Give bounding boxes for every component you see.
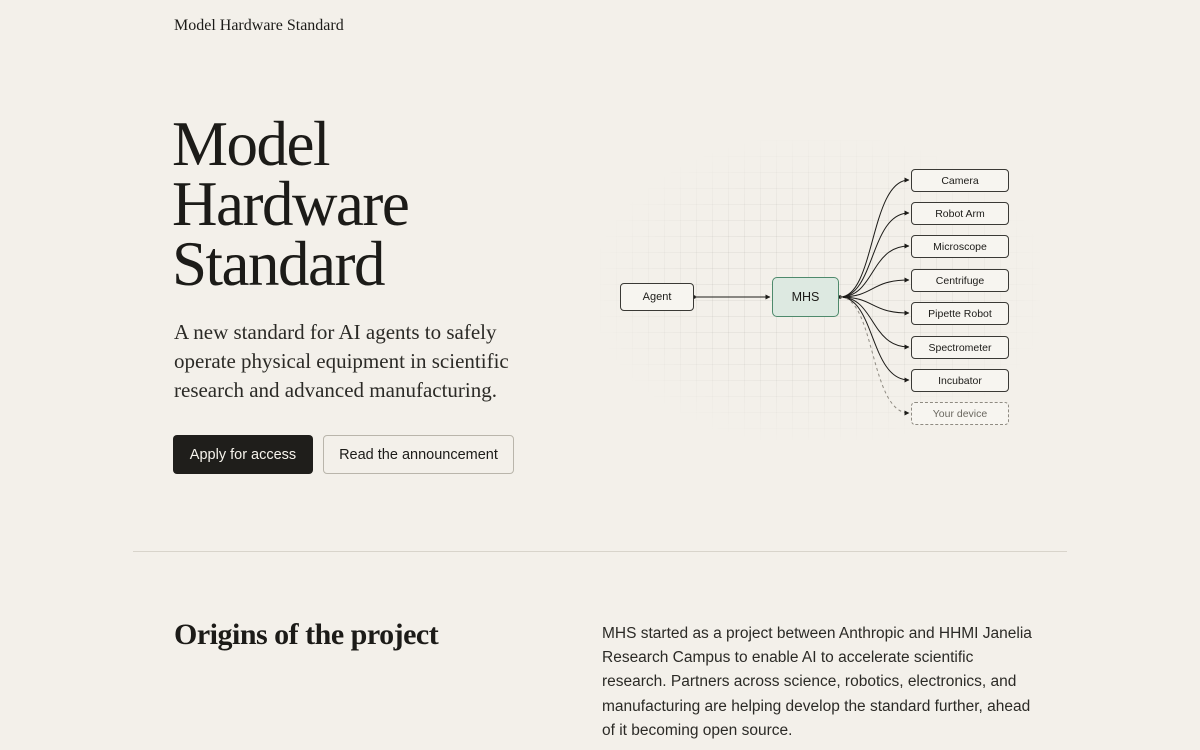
hero-title: Model Hardware Standard — [172, 109, 552, 299]
connector-incubator — [839, 296, 910, 383]
hero-title-line: Standard — [172, 229, 385, 299]
connector-your-device — [839, 296, 910, 416]
device-node-robot-arm: Robot Arm — [911, 202, 1009, 225]
origins-heading: Origins of the project — [174, 618, 439, 651]
connector-spectrometer — [839, 296, 910, 350]
mhs-hub-node: MHS — [772, 277, 839, 317]
device-node-incubator: Incubator — [911, 369, 1009, 392]
agent-node: Agent — [620, 283, 694, 311]
device-node-your-device: Your device — [911, 402, 1009, 425]
connector-camera — [839, 177, 910, 298]
device-node-pipette-robot: Pipette Robot — [911, 302, 1009, 325]
origins-body-text: MHS started as a project between Anthrop… — [602, 625, 1032, 739]
architecture-diagram: Agent MHS Camera Robot Arm Microscope Ce… — [600, 140, 1040, 440]
device-node-microscope: Microscope — [911, 235, 1009, 258]
hero-title-line: Model — [172, 109, 330, 179]
connector-microscope — [839, 243, 910, 298]
apply-for-access-button[interactable]: Apply for access — [173, 435, 313, 474]
device-node-camera: Camera — [911, 169, 1009, 192]
read-announcement-button[interactable]: Read the announcement — [323, 435, 514, 474]
section-divider — [133, 551, 1067, 552]
hero-title-line: Hardware — [172, 169, 410, 239]
device-node-centrifuge: Centrifuge — [911, 269, 1009, 292]
connector-robot-arm — [839, 210, 910, 298]
hero-subtitle: A new standard for AI agents to safely o… — [174, 320, 509, 402]
brand-wordmark[interactable]: Model Hardware Standard — [174, 17, 344, 35]
device-node-spectrometer: Spectrometer — [911, 336, 1009, 359]
